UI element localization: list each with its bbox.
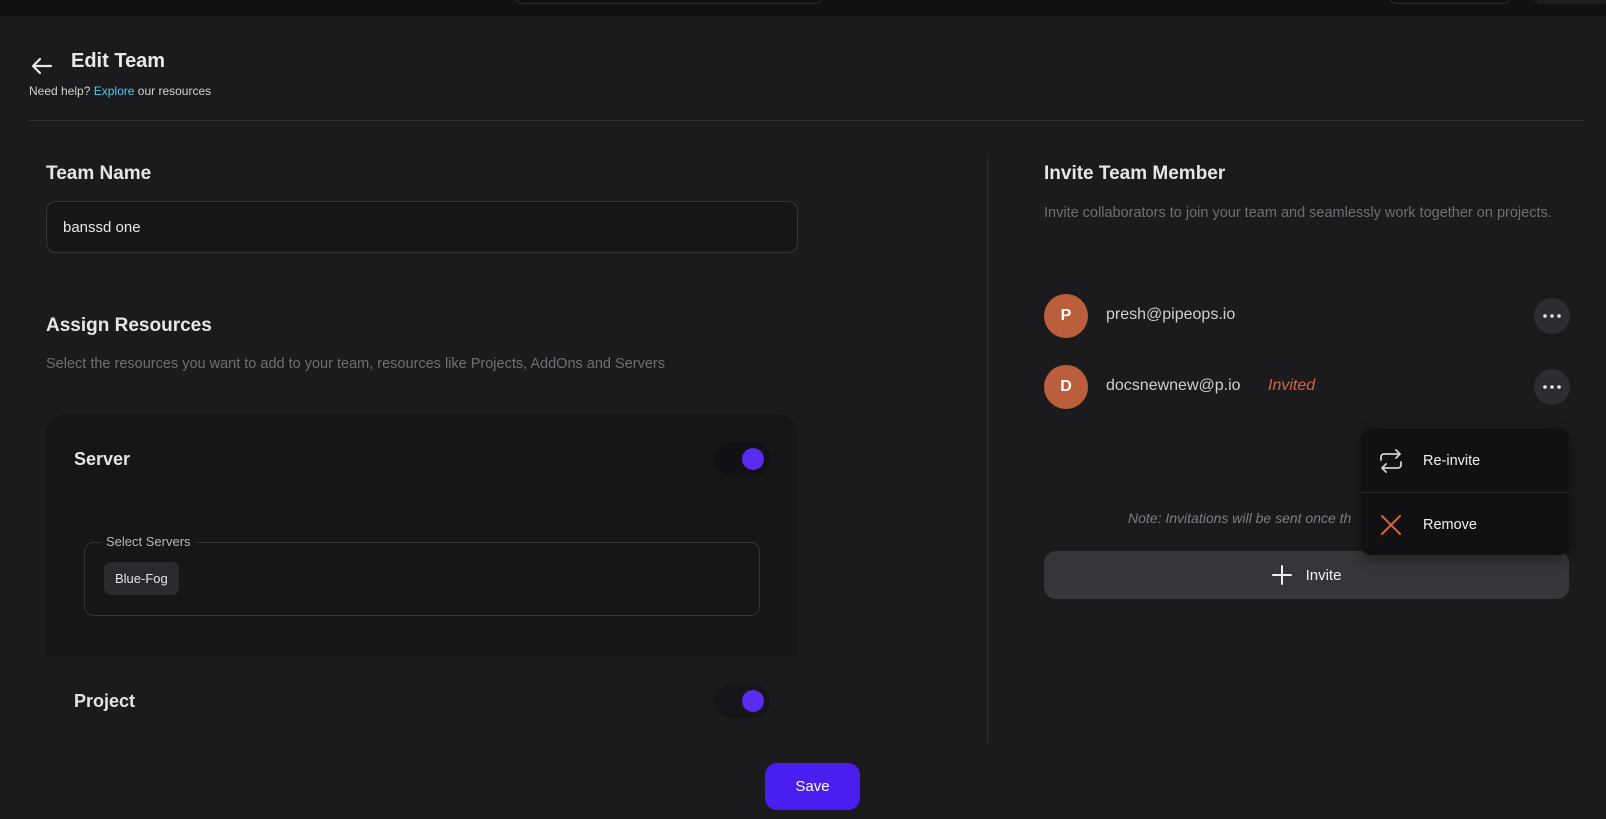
member-row: D docsnewnew@p.io Invited [1044, 365, 1570, 409]
top-avatar-pill[interactable] [1532, 0, 1606, 4]
server-chip[interactable]: Blue-Fog [104, 562, 179, 595]
explore-link[interactable]: Explore [94, 84, 135, 98]
remove-label: Remove [1423, 516, 1477, 533]
toggle-knob [742, 448, 764, 470]
plus-icon [1271, 565, 1292, 585]
member-email: presh@pipeops.io [1106, 306, 1236, 323]
team-name-input[interactable] [46, 201, 798, 253]
help-suffix: our resources [137, 84, 212, 98]
invitation-note: Note: Invitations will be sent once th [1128, 510, 1352, 526]
project-toggle[interactable] [714, 684, 770, 718]
header-divider [29, 120, 1584, 121]
member-more-button[interactable] [1534, 369, 1570, 405]
close-icon [1381, 515, 1401, 535]
column-divider [987, 158, 988, 743]
help-text: Need help? Explore our resources [29, 84, 211, 98]
top-action-pill[interactable] [1388, 0, 1512, 4]
server-label: Server [74, 449, 131, 469]
project-label: Project [74, 691, 136, 711]
back-button[interactable] [29, 54, 55, 78]
member-actions-menu: Re-invite Remove [1361, 429, 1569, 555]
invited-status: Invited [1268, 377, 1316, 394]
top-bar [0, 0, 1606, 16]
help-prefix: Need help? [29, 84, 91, 98]
avatar: D [1044, 365, 1088, 409]
avatar: P [1044, 294, 1088, 338]
repeat-icon [1380, 449, 1402, 473]
member-email: docsnewnew@p.io [1106, 377, 1241, 394]
page-title: Edit Team [71, 50, 166, 72]
team-name-label: Team Name [46, 163, 152, 184]
select-servers-field[interactable]: Select Servers Blue-Fog [84, 534, 760, 616]
invite-title: Invite Team Member [1044, 163, 1226, 184]
remove-menu-item[interactable]: Remove [1361, 493, 1569, 555]
more-horizontal-icon [1543, 314, 1561, 318]
save-button[interactable]: Save [765, 763, 860, 810]
select-servers-label: Select Servers [101, 534, 196, 549]
project-row: Project [46, 657, 798, 743]
member-more-button[interactable] [1534, 298, 1570, 334]
invite-button-label: Invite [1305, 566, 1342, 584]
toggle-knob [742, 690, 764, 712]
arrow-left-icon [31, 57, 53, 75]
top-search-pill[interactable] [514, 0, 824, 4]
member-row: P presh@pipeops.io [1044, 294, 1570, 338]
more-horizontal-icon [1543, 385, 1561, 389]
invite-button[interactable]: Invite [1044, 551, 1569, 599]
assign-resources-title: Assign Resources [46, 315, 212, 336]
server-toggle[interactable] [714, 442, 770, 476]
reinvite-menu-item[interactable]: Re-invite [1361, 429, 1569, 492]
invite-subtitle: Invite collaborators to join your team a… [1044, 205, 1552, 221]
reinvite-label: Re-invite [1423, 452, 1481, 469]
resources-card: Server Select Servers Blue-Fog Project [46, 414, 798, 743]
assign-resources-subtitle: Select the resources you want to add to … [46, 356, 665, 372]
